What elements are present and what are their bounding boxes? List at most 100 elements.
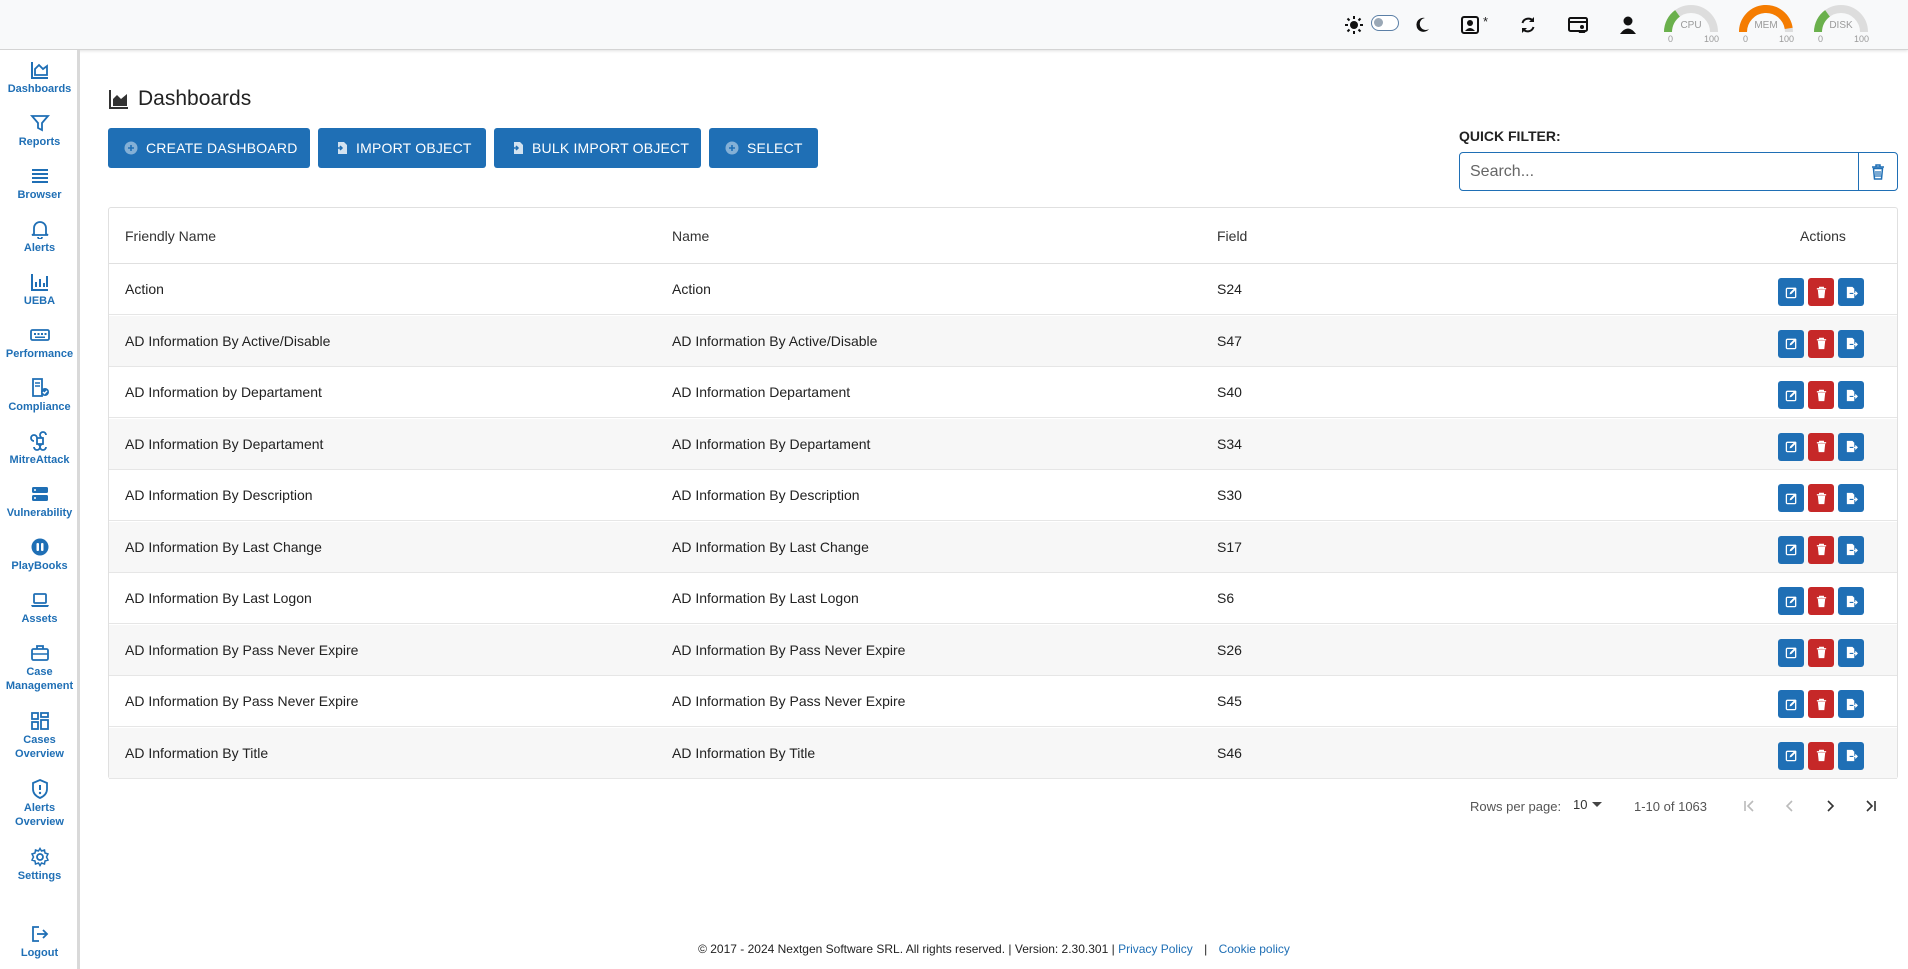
- cell-field: S30: [1217, 487, 1242, 503]
- sidebar-item-playbooks[interactable]: PlayBooks: [0, 537, 79, 573]
- edit-icon: [1785, 647, 1797, 659]
- sidebar-item-vulnerability[interactable]: Vulnerability: [0, 484, 79, 520]
- cookie-policy-link[interactable]: Cookie policy: [1219, 942, 1290, 956]
- chevron-right-icon: [1827, 800, 1835, 812]
- select-button[interactable]: SELECT: [709, 128, 818, 168]
- sidebar-item-assets[interactable]: Assets: [0, 590, 79, 626]
- table-row[interactable]: AD Information By Departament AD Informat…: [109, 418, 1897, 470]
- delete-button[interactable]: [1808, 432, 1834, 461]
- sidebar-item-reports[interactable]: Reports: [0, 113, 79, 149]
- edit-button[interactable]: [1778, 741, 1804, 770]
- table-row[interactable]: AD Information By Title AD Information By…: [109, 727, 1897, 779]
- delete-button[interactable]: [1808, 329, 1834, 358]
- moon-icon[interactable]: [1410, 13, 1434, 37]
- playbook-icon: [31, 538, 48, 556]
- export-button[interactable]: [1838, 690, 1864, 718]
- table-row[interactable]: AD Information By Active/Disable AD Infor…: [109, 315, 1897, 367]
- previous-page-button[interactable]: [1778, 795, 1802, 817]
- clear-filter-button[interactable]: [1858, 152, 1898, 191]
- delete-button[interactable]: [1808, 278, 1834, 306]
- sidebar-item-mitreattack[interactable]: MitreAttack: [0, 431, 79, 467]
- next-page-button[interactable]: [1818, 795, 1842, 817]
- bell-icon: [31, 221, 48, 239]
- sidebar-item-browser[interactable]: Browser: [0, 166, 79, 202]
- sidebar-item-settings[interactable]: Settings: [0, 847, 79, 883]
- grid-icon: [30, 712, 49, 730]
- chart-area-icon: [30, 62, 48, 79]
- export-button[interactable]: [1838, 381, 1864, 409]
- export-button[interactable]: [1838, 587, 1864, 615]
- sidebar-item-alerts-overview[interactable]: Alerts Overview: [0, 779, 79, 829]
- table-row[interactable]: AD Information By Pass Never Expire AD In…: [109, 676, 1897, 727]
- export-button[interactable]: [1838, 484, 1864, 512]
- refresh-icon[interactable]: [1516, 13, 1540, 37]
- bulk-import-object-button[interactable]: BULK IMPORT OBJECT: [494, 128, 701, 168]
- last-page-button[interactable]: [1858, 795, 1882, 817]
- sidebar-item-cases-overview[interactable]: Cases Overview: [0, 711, 79, 761]
- delete-button[interactable]: [1808, 638, 1834, 667]
- edit-icon: [1785, 595, 1797, 607]
- delete-button[interactable]: [1808, 690, 1834, 718]
- sidebar-item-alerts[interactable]: Alerts: [0, 219, 79, 255]
- export-button[interactable]: [1838, 432, 1864, 461]
- edit-button[interactable]: [1778, 381, 1804, 409]
- export-button[interactable]: [1838, 535, 1864, 564]
- sidebar-item-performance[interactable]: Performance: [0, 325, 79, 361]
- trash-icon: [1816, 749, 1826, 762]
- edit-button[interactable]: [1778, 638, 1804, 667]
- caret-down-icon: [1592, 802, 1603, 807]
- table-row[interactable]: AD Information By Last Change AD Informat…: [109, 521, 1897, 573]
- create-dashboard-button[interactable]: CREATE DASHBOARD: [108, 128, 310, 168]
- theme-toggle[interactable]: [1371, 15, 1399, 31]
- file-import-icon: [511, 142, 523, 154]
- table-row[interactable]: AD Information By Pass Never Expire AD In…: [109, 624, 1897, 676]
- delete-button[interactable]: [1808, 535, 1834, 564]
- sidebar-item-label: Alerts: [23, 242, 56, 254]
- sidebar-item-compliance[interactable]: Compliance: [0, 378, 79, 414]
- delete-button[interactable]: [1808, 381, 1834, 409]
- delete-button[interactable]: [1808, 587, 1834, 615]
- export-button[interactable]: [1838, 329, 1864, 358]
- cell-friendly-name: AD Information By Last Change: [125, 538, 322, 555]
- export-button[interactable]: [1838, 638, 1864, 667]
- table-row[interactable]: AD Information By Last Logon AD Informati…: [109, 573, 1897, 624]
- mem-gauge-max: 100: [1778, 34, 1794, 44]
- sidebar-item-case-management[interactable]: Case Management: [0, 643, 79, 693]
- sidebar-item-dashboards[interactable]: Dashboards: [0, 60, 79, 96]
- privacy-policy-link[interactable]: Privacy Policy: [1118, 942, 1193, 956]
- cell-friendly-name: AD Information By Description: [125, 487, 313, 503]
- search-input[interactable]: [1459, 152, 1859, 191]
- trash-icon: [1816, 492, 1826, 504]
- rows-per-page-select[interactable]: 10: [1573, 797, 1603, 812]
- edit-button[interactable]: [1778, 690, 1804, 718]
- row-actions: [1778, 329, 1864, 358]
- edit-button[interactable]: [1778, 278, 1804, 306]
- disk-gauge-label: DISK: [1829, 20, 1853, 31]
- edit-button[interactable]: [1778, 329, 1804, 358]
- column-header-name[interactable]: Name: [672, 228, 709, 244]
- export-button[interactable]: [1838, 741, 1864, 770]
- table-row[interactable]: AD Information By Description AD Informat…: [109, 470, 1897, 521]
- sun-icon[interactable]: [1342, 13, 1366, 37]
- column-header-field[interactable]: Field: [1217, 228, 1247, 244]
- edit-button[interactable]: [1778, 484, 1804, 512]
- user-icon[interactable]: [1616, 13, 1640, 37]
- cell-field: S24: [1217, 281, 1242, 297]
- edit-button[interactable]: [1778, 432, 1804, 461]
- sidebar-item-ueba[interactable]: UEBA: [0, 272, 79, 308]
- plus-circle-icon: [124, 141, 138, 155]
- edit-button[interactable]: [1778, 587, 1804, 615]
- import-object-button[interactable]: IMPORT OBJECT: [318, 128, 486, 168]
- file-export-icon: [1846, 286, 1858, 298]
- export-button[interactable]: [1838, 278, 1864, 306]
- edit-button[interactable]: [1778, 535, 1804, 564]
- cell-friendly-name: AD Information By Departament: [125, 435, 324, 452]
- delete-button[interactable]: [1808, 741, 1834, 770]
- column-header-friendly-name[interactable]: Friendly Name: [125, 228, 216, 244]
- delete-button[interactable]: [1808, 484, 1834, 512]
- contact-card-icon[interactable]: [1458, 13, 1482, 37]
- table-row[interactable]: Action Action S24: [109, 264, 1897, 315]
- first-page-button[interactable]: [1738, 795, 1762, 817]
- browser-user-icon[interactable]: [1566, 13, 1590, 37]
- table-row[interactable]: AD Information by Departament AD Informat…: [109, 367, 1897, 418]
